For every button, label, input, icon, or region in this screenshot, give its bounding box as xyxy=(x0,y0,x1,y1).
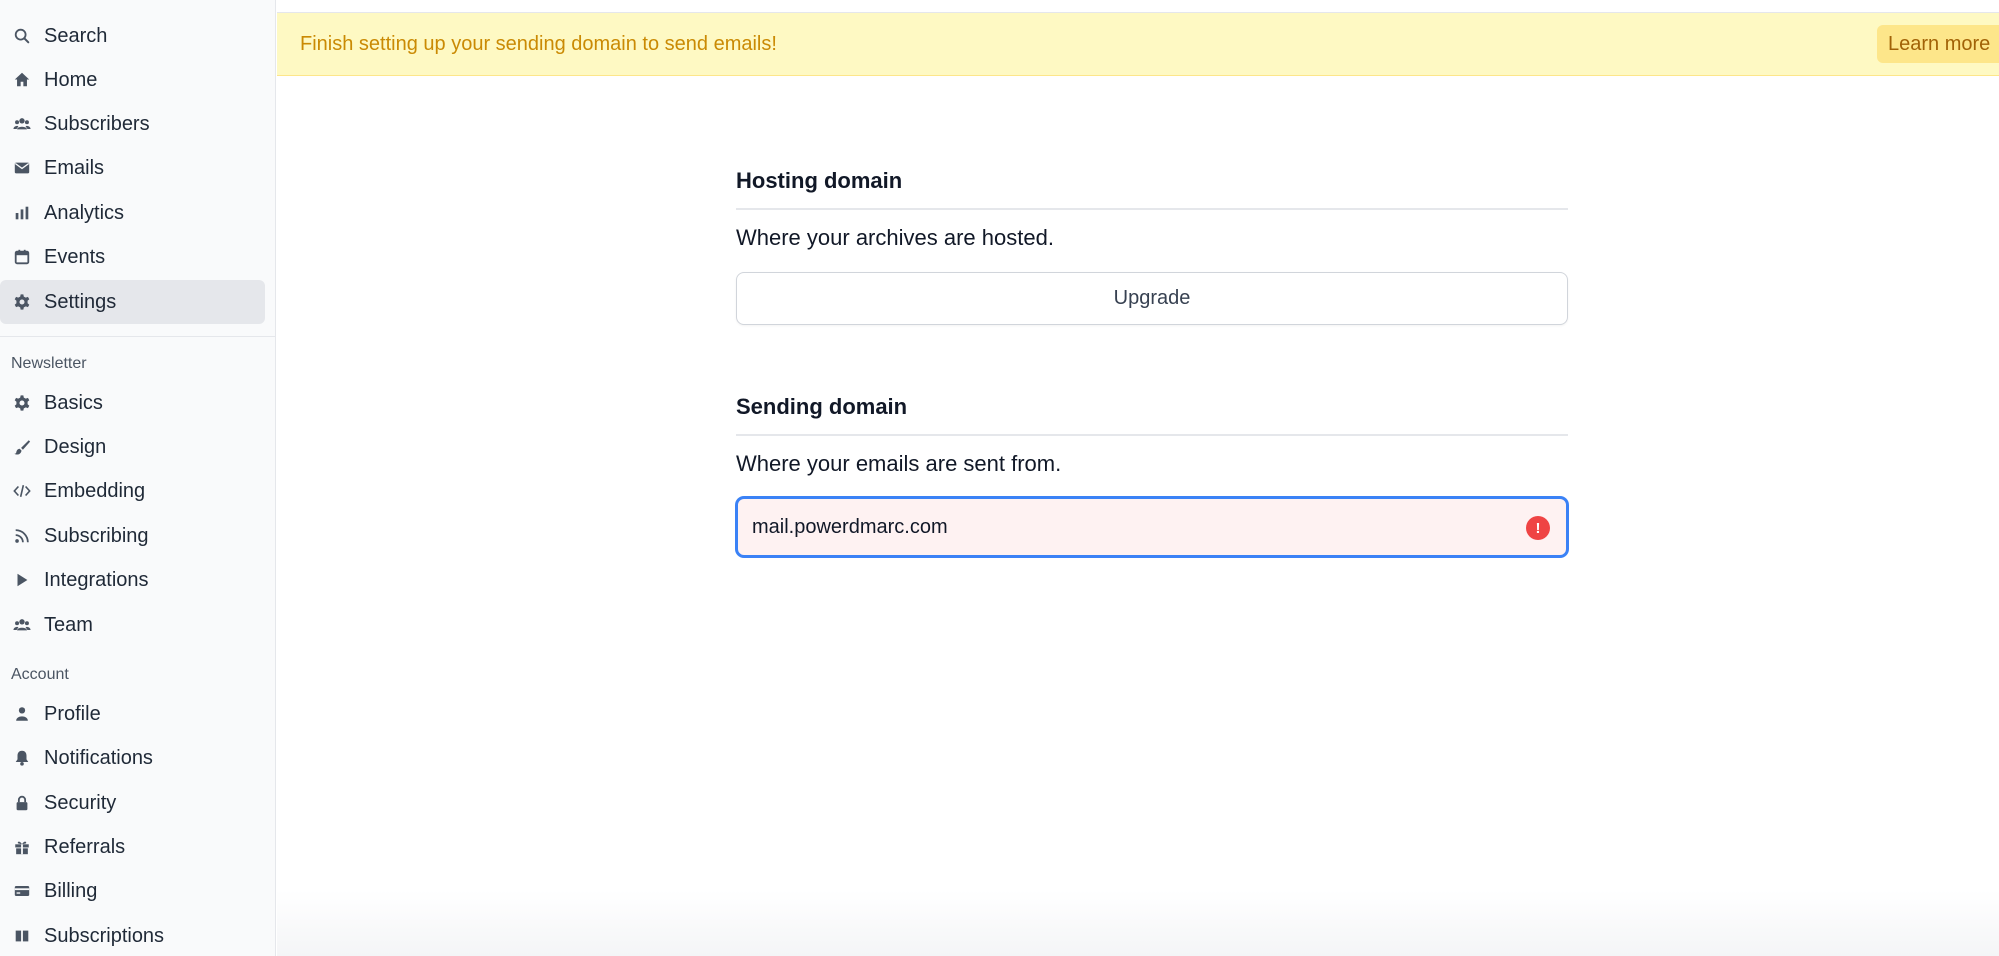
sidebar-divider xyxy=(0,336,275,337)
sidebar-item-embedding[interactable]: Embedding xyxy=(0,469,265,513)
code-icon xyxy=(0,469,44,513)
sidebar-item-events[interactable]: Events xyxy=(0,235,265,279)
sidebar-item-design[interactable]: Design xyxy=(0,425,265,469)
sidebar-item-label: Referrals xyxy=(44,835,126,858)
search-icon xyxy=(0,14,44,58)
sending-domain-input[interactable]: mail.powerdmarc.com xyxy=(736,497,1568,557)
setup-banner: Finish setting up your sending domain to… xyxy=(277,13,1999,76)
sidebar-item-label: Team xyxy=(44,613,93,636)
users-icon xyxy=(0,603,44,647)
sidebar-item-label: Home xyxy=(44,68,98,91)
users-icon xyxy=(0,102,44,146)
sidebar-item-label: Security xyxy=(44,791,117,814)
sidebar-item-security[interactable]: Security xyxy=(0,781,265,825)
sidebar-item-label: Design xyxy=(44,435,107,458)
sidebar-item-label: Settings xyxy=(44,290,117,313)
sidebar-item-profile[interactable]: Profile xyxy=(0,692,265,736)
bell-icon xyxy=(0,736,44,780)
credit-card-icon xyxy=(0,869,44,913)
rss-icon xyxy=(0,514,44,558)
columns-icon xyxy=(0,914,44,956)
sidebar-item-subscribers[interactable]: Subscribers xyxy=(0,102,265,146)
account-heading: Account xyxy=(11,666,69,683)
sidebar-item-label: Billing xyxy=(44,879,98,902)
sidebar-item-team[interactable]: Team xyxy=(0,603,265,647)
sidebar-item-label: Notifications xyxy=(44,746,153,769)
calendar-icon xyxy=(0,235,44,279)
sidebar: Search Home Subscribers Emails Analytics… xyxy=(0,0,276,956)
upgrade-button[interactable]: Upgrade xyxy=(736,272,1568,325)
play-icon xyxy=(0,558,44,602)
sidebar-item-label: Subscribing xyxy=(44,524,149,547)
sidebar-item-label: Subscribers xyxy=(44,112,150,135)
lock-icon xyxy=(0,781,44,825)
bottom-fade xyxy=(277,890,1999,956)
exclamation-circle-icon: ! xyxy=(1526,516,1550,540)
bar-chart-icon xyxy=(0,191,44,235)
gear-icon xyxy=(0,381,44,425)
sidebar-item-label: Events xyxy=(44,245,106,268)
sidebar-item-basics[interactable]: Basics xyxy=(0,381,265,425)
sidebar-item-emails[interactable]: Emails xyxy=(0,146,265,190)
sidebar-item-label: Integrations xyxy=(44,568,149,591)
user-icon xyxy=(0,692,44,736)
sidebar-item-referrals[interactable]: Referrals xyxy=(0,825,265,869)
sidebar-item-analytics[interactable]: Analytics xyxy=(0,191,265,235)
hosting-domain-title: Hosting domain xyxy=(736,168,903,193)
sidebar-item-notifications[interactable]: Notifications xyxy=(0,736,265,780)
sidebar-item-label: Analytics xyxy=(44,201,125,224)
newsletter-heading: Newsletter xyxy=(11,355,87,372)
sidebar-item-subscribing[interactable]: Subscribing xyxy=(0,514,265,558)
gift-icon xyxy=(0,825,44,869)
home-icon xyxy=(0,58,44,102)
sidebar-item-integrations[interactable]: Integrations xyxy=(0,558,265,602)
hosting-domain-divider xyxy=(736,208,1568,210)
top-bar xyxy=(277,0,1999,13)
sidebar-item-billing[interactable]: Billing xyxy=(0,869,265,913)
envelope-icon xyxy=(0,146,44,190)
sending-domain-title: Sending domain xyxy=(736,394,908,419)
sending-domain-description: Where your emails are sent from. xyxy=(736,451,1062,476)
brush-icon xyxy=(0,425,44,469)
sidebar-item-subscriptions[interactable]: Subscriptions xyxy=(0,914,265,956)
sidebar-item-label: Search xyxy=(44,24,108,47)
banner-message: Finish setting up your sending domain to… xyxy=(300,32,777,55)
learn-more-button[interactable]: Learn more xyxy=(1877,25,1999,63)
sidebar-item-label: Basics xyxy=(44,391,103,414)
gear-icon xyxy=(0,280,44,324)
sidebar-item-home[interactable]: Home xyxy=(0,58,265,102)
sidebar-item-settings[interactable]: Settings xyxy=(0,280,265,324)
sending-domain-divider xyxy=(736,434,1568,436)
sidebar-item-label: Embedding xyxy=(44,479,146,502)
sidebar-item-label: Subscriptions xyxy=(44,924,165,947)
hosting-domain-description: Where your archives are hosted. xyxy=(736,225,1054,250)
sidebar-item-search[interactable]: Search xyxy=(0,14,265,58)
sidebar-item-label: Profile xyxy=(44,702,101,725)
sidebar-item-label: Emails xyxy=(44,156,105,179)
